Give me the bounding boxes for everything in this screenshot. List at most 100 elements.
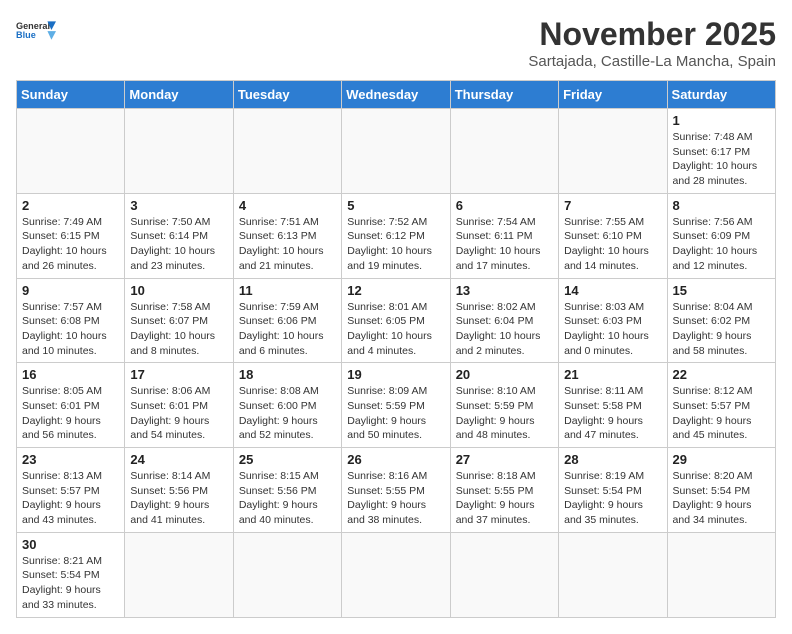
calendar-cell: 26Sunrise: 8:16 AM Sunset: 5:55 PM Dayli… <box>342 448 450 533</box>
day-number: 22 <box>673 367 770 382</box>
logo: General Blue <box>16 16 56 42</box>
day-number: 25 <box>239 452 336 467</box>
day-info: Sunrise: 8:08 AM Sunset: 6:00 PM Dayligh… <box>239 384 336 443</box>
day-info: Sunrise: 8:04 AM Sunset: 6:02 PM Dayligh… <box>673 300 770 359</box>
day-number: 26 <box>347 452 444 467</box>
day-number: 9 <box>22 283 119 298</box>
day-info: Sunrise: 7:48 AM Sunset: 6:17 PM Dayligh… <box>673 130 770 189</box>
day-info: Sunrise: 8:11 AM Sunset: 5:58 PM Dayligh… <box>564 384 661 443</box>
day-number: 6 <box>456 198 553 213</box>
calendar-table: SundayMondayTuesdayWednesdayThursdayFrid… <box>16 80 776 618</box>
calendar-cell <box>233 532 341 617</box>
month-title: November 2025 <box>528 16 776 53</box>
calendar-week-row: 23Sunrise: 8:13 AM Sunset: 5:57 PM Dayli… <box>17 448 776 533</box>
day-info: Sunrise: 8:06 AM Sunset: 6:01 PM Dayligh… <box>130 384 227 443</box>
calendar-week-row: 2 Sunrise: 7:49 AM Sunset: 6:15 PM Daylig… <box>17 193 776 278</box>
calendar-cell <box>342 532 450 617</box>
day-number: 18 <box>239 367 336 382</box>
day-number: 23 <box>22 452 119 467</box>
calendar-week-row: 9 Sunrise: 7:57 AM Sunset: 6:08 PM Daylig… <box>17 278 776 363</box>
calendar-cell: 10Sunrise: 7:58 AM Sunset: 6:07 PM Dayli… <box>125 278 233 363</box>
day-number: 5 <box>347 198 444 213</box>
calendar-cell: 23Sunrise: 8:13 AM Sunset: 5:57 PM Dayli… <box>17 448 125 533</box>
location-subtitle: Sartajada, Castille-La Mancha, Spain <box>528 53 776 70</box>
calendar-cell: 19 Sunrise: 8:09 AM Sunset: 5:59 PM Dayli… <box>342 363 450 448</box>
day-info: Sunrise: 7:54 AM Sunset: 6:11 PM Dayligh… <box>456 215 553 274</box>
calendar-cell: 18 Sunrise: 8:08 AM Sunset: 6:00 PM Dayli… <box>233 363 341 448</box>
calendar-cell <box>559 109 667 194</box>
calendar-cell: 9 Sunrise: 7:57 AM Sunset: 6:08 PM Daylig… <box>17 278 125 363</box>
day-number: 2 <box>22 198 119 213</box>
calendar-cell: 12Sunrise: 8:01 AM Sunset: 6:05 PM Dayli… <box>342 278 450 363</box>
day-number: 12 <box>347 283 444 298</box>
day-number: 30 <box>22 537 119 552</box>
weekday-header-saturday: Saturday <box>667 81 775 109</box>
day-number: 20 <box>456 367 553 382</box>
day-number: 11 <box>239 283 336 298</box>
calendar-cell: 27Sunrise: 8:18 AM Sunset: 5:55 PM Dayli… <box>450 448 558 533</box>
day-info: Sunrise: 8:14 AM Sunset: 5:56 PM Dayligh… <box>130 469 227 528</box>
calendar-cell: 6 Sunrise: 7:54 AM Sunset: 6:11 PM Daylig… <box>450 193 558 278</box>
calendar-cell: 13 Sunrise: 8:02 AM Sunset: 6:04 PM Dayli… <box>450 278 558 363</box>
day-number: 15 <box>673 283 770 298</box>
calendar-cell <box>450 532 558 617</box>
day-info: Sunrise: 8:03 AM Sunset: 6:03 PM Dayligh… <box>564 300 661 359</box>
day-info: Sunrise: 7:57 AM Sunset: 6:08 PM Dayligh… <box>22 300 119 359</box>
day-info: Sunrise: 8:09 AM Sunset: 5:59 PM Dayligh… <box>347 384 444 443</box>
day-info: Sunrise: 7:51 AM Sunset: 6:13 PM Dayligh… <box>239 215 336 274</box>
day-info: Sunrise: 8:10 AM Sunset: 5:59 PM Dayligh… <box>456 384 553 443</box>
weekday-header-sunday: Sunday <box>17 81 125 109</box>
calendar-cell <box>342 109 450 194</box>
day-number: 7 <box>564 198 661 213</box>
day-number: 21 <box>564 367 661 382</box>
calendar-cell: 11Sunrise: 7:59 AM Sunset: 6:06 PM Dayli… <box>233 278 341 363</box>
calendar-cell: 25 Sunrise: 8:15 AM Sunset: 5:56 PM Dayli… <box>233 448 341 533</box>
calendar-cell: 14 Sunrise: 8:03 AM Sunset: 6:03 PM Dayli… <box>559 278 667 363</box>
calendar-cell: 5 Sunrise: 7:52 AM Sunset: 6:12 PM Daylig… <box>342 193 450 278</box>
weekday-header-row: SundayMondayTuesdayWednesdayThursdayFrid… <box>17 81 776 109</box>
calendar-cell: 1Sunrise: 7:48 AM Sunset: 6:17 PM Daylig… <box>667 109 775 194</box>
calendar-cell: 16Sunrise: 8:05 AM Sunset: 6:01 PM Dayli… <box>17 363 125 448</box>
day-number: 17 <box>130 367 227 382</box>
day-number: 29 <box>673 452 770 467</box>
day-number: 28 <box>564 452 661 467</box>
calendar-cell: 17 Sunrise: 8:06 AM Sunset: 6:01 PM Dayli… <box>125 363 233 448</box>
page-header: General Blue November 2025 Sartajada, Ca… <box>16 16 776 70</box>
general-blue-logo-icon: General Blue <box>16 18 56 42</box>
calendar-cell: 21 Sunrise: 8:11 AM Sunset: 5:58 PM Dayli… <box>559 363 667 448</box>
calendar-cell: 7 Sunrise: 7:55 AM Sunset: 6:10 PM Daylig… <box>559 193 667 278</box>
calendar-cell <box>125 109 233 194</box>
weekday-header-wednesday: Wednesday <box>342 81 450 109</box>
calendar-cell <box>233 109 341 194</box>
calendar-cell <box>125 532 233 617</box>
calendar-week-row: 30Sunrise: 8:21 AM Sunset: 5:54 PM Dayli… <box>17 532 776 617</box>
calendar-cell: 8Sunrise: 7:56 AM Sunset: 6:09 PM Daylig… <box>667 193 775 278</box>
day-info: Sunrise: 8:15 AM Sunset: 5:56 PM Dayligh… <box>239 469 336 528</box>
calendar-title-area: November 2025 Sartajada, Castille-La Man… <box>528 16 776 70</box>
day-info: Sunrise: 8:20 AM Sunset: 5:54 PM Dayligh… <box>673 469 770 528</box>
weekday-header-thursday: Thursday <box>450 81 558 109</box>
svg-text:General: General <box>16 21 50 31</box>
calendar-cell <box>667 532 775 617</box>
svg-text:Blue: Blue <box>16 30 36 40</box>
weekday-header-tuesday: Tuesday <box>233 81 341 109</box>
calendar-body: 1Sunrise: 7:48 AM Sunset: 6:17 PM Daylig… <box>17 109 776 618</box>
day-number: 14 <box>564 283 661 298</box>
day-info: Sunrise: 8:02 AM Sunset: 6:04 PM Dayligh… <box>456 300 553 359</box>
day-info: Sunrise: 7:52 AM Sunset: 6:12 PM Dayligh… <box>347 215 444 274</box>
day-info: Sunrise: 8:12 AM Sunset: 5:57 PM Dayligh… <box>673 384 770 443</box>
day-number: 3 <box>130 198 227 213</box>
day-info: Sunrise: 7:58 AM Sunset: 6:07 PM Dayligh… <box>130 300 227 359</box>
day-number: 27 <box>456 452 553 467</box>
calendar-cell: 15 Sunrise: 8:04 AM Sunset: 6:02 PM Dayli… <box>667 278 775 363</box>
day-info: Sunrise: 7:49 AM Sunset: 6:15 PM Dayligh… <box>22 215 119 274</box>
calendar-week-row: 1Sunrise: 7:48 AM Sunset: 6:17 PM Daylig… <box>17 109 776 194</box>
calendar-cell: 4Sunrise: 7:51 AM Sunset: 6:13 PM Daylig… <box>233 193 341 278</box>
calendar-week-row: 16Sunrise: 8:05 AM Sunset: 6:01 PM Dayli… <box>17 363 776 448</box>
day-number: 19 <box>347 367 444 382</box>
day-info: Sunrise: 7:55 AM Sunset: 6:10 PM Dayligh… <box>564 215 661 274</box>
calendar-cell: 2 Sunrise: 7:49 AM Sunset: 6:15 PM Daylig… <box>17 193 125 278</box>
day-number: 16 <box>22 367 119 382</box>
day-info: Sunrise: 8:19 AM Sunset: 5:54 PM Dayligh… <box>564 469 661 528</box>
day-number: 13 <box>456 283 553 298</box>
